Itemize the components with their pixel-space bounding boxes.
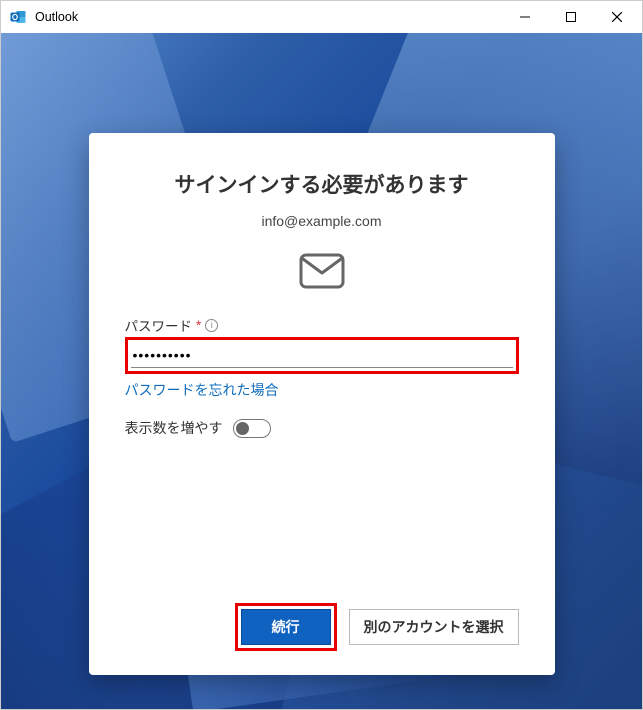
maximize-button[interactable] — [548, 1, 594, 33]
forgot-password-link[interactable]: パスワードを忘れた場合 — [125, 380, 519, 400]
password-input[interactable] — [131, 343, 513, 368]
password-label-row: パスワード * i — [125, 315, 519, 335]
show-more-row: 表示数を増やす — [125, 418, 519, 438]
info-icon[interactable]: i — [205, 319, 218, 332]
envelope-icon — [125, 253, 519, 289]
close-button[interactable] — [594, 1, 640, 33]
show-more-toggle[interactable] — [233, 419, 271, 438]
account-email: info@example.com — [125, 213, 519, 229]
signin-dialog: サインインする必要があります info@example.com パスワード * … — [89, 133, 555, 675]
window-controls — [502, 1, 640, 33]
continue-highlight: 続行 — [235, 603, 337, 651]
required-asterisk: * — [196, 318, 201, 333]
titlebar: Outlook — [1, 1, 642, 33]
dialog-heading: サインインする必要があります — [125, 169, 519, 199]
password-label: パスワード — [125, 315, 193, 335]
window-title: Outlook — [35, 10, 502, 24]
minimize-button[interactable] — [502, 1, 548, 33]
dialog-footer: 続行 別のアカウントを選択 — [125, 603, 519, 651]
toggle-knob — [236, 422, 249, 435]
continue-button[interactable]: 続行 — [241, 609, 331, 645]
app-window: Outlook サインインする必要があります info@example.com — [0, 0, 643, 710]
password-highlight — [125, 337, 519, 374]
outlook-icon — [9, 8, 27, 26]
show-more-label: 表示数を増やす — [125, 418, 223, 438]
content-area: サインインする必要があります info@example.com パスワード * … — [1, 33, 642, 709]
select-other-account-button[interactable]: 別のアカウントを選択 — [349, 609, 519, 645]
